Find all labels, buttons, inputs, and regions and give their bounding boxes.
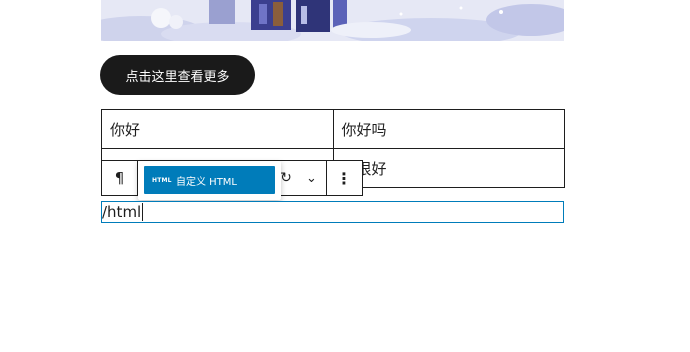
more-options-icon[interactable]: ⋮ [327,161,361,195]
table-cell[interactable]: 你好吗 [332,109,565,149]
view-more-button-label: 点击这里查看更多 [125,69,230,85]
table-row: 你好 你好吗 [101,109,565,149]
custom-html-label: 自定义 HTML [176,176,238,188]
paragraph-icon[interactable]: ¶ [102,161,138,195]
text-caret [142,203,144,221]
header-image [101,0,564,41]
snow-scene-illustration [101,0,564,41]
table-cell[interactable]: 我很好 [332,148,565,188]
chevron-down-icon[interactable]: ⌄ [297,161,327,195]
custom-html-block-option[interactable]: HTML 自定义 HTML [144,166,275,194]
slash-command-input[interactable]: /html [101,201,564,223]
view-more-button[interactable]: 点击这里查看更多 [100,55,255,95]
block-inserter-popup: HTML 自定义 HTML [138,161,281,200]
html-icon: HTML [152,176,172,184]
table-cell[interactable]: 你好 [101,109,334,149]
slash-command-text: /html [102,203,142,221]
